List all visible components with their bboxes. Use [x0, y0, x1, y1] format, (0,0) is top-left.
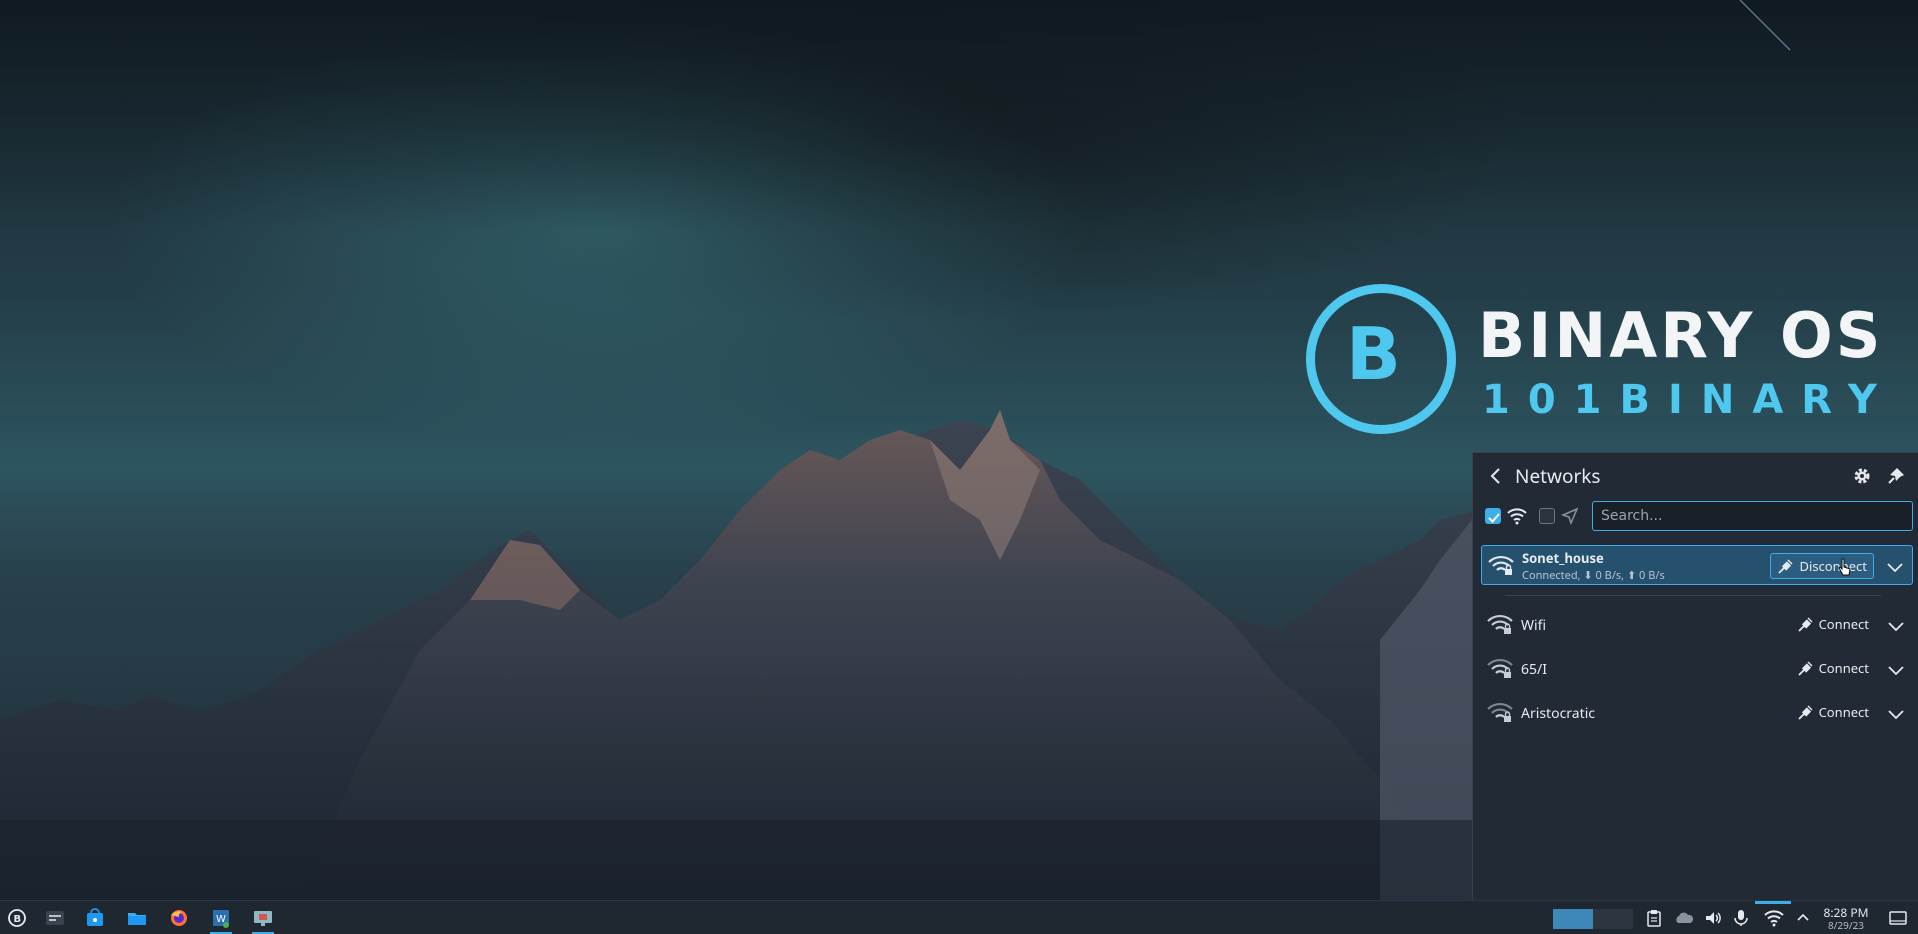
pin-icon[interactable] [1885, 465, 1907, 487]
show-desktop-icon[interactable] [1888, 909, 1908, 927]
volume-icon[interactable] [1704, 909, 1722, 927]
disconnect-button[interactable]: Disconnect [1770, 553, 1874, 579]
logo-title: BINARY OS [1478, 299, 1884, 372]
connect-label: Connect [1818, 659, 1869, 677]
wifi-enabled-checkbox[interactable] [1485, 508, 1501, 524]
network-name: Aristocratic [1521, 704, 1596, 723]
network-item-aristocratic[interactable]: Aristocratic Connect [1481, 693, 1913, 733]
wifi-secured-icon [1487, 658, 1513, 680]
network-name: 65/I [1521, 660, 1547, 679]
disconnect-label: Disconnect [1799, 557, 1867, 575]
wifi-secured-icon [1487, 702, 1513, 724]
screen-recorder-icon[interactable] [248, 905, 278, 934]
active-tray-indicator [1755, 901, 1791, 904]
microphone-icon[interactable] [1732, 909, 1750, 927]
wifi-secured-icon [1488, 555, 1514, 577]
chevron-up-icon[interactable] [1794, 909, 1812, 927]
connection-status: Connected, ⬇ 0 B/s, ⬆ 0 B/s [1522, 568, 1665, 583]
logo-subtitle: 101BINARY [1482, 377, 1895, 423]
mouse-pointer-icon [1838, 558, 1852, 578]
wifi-secured-icon [1487, 614, 1513, 636]
networks-header: Networks [1473, 453, 1918, 497]
network-name: Sonet_house [1522, 549, 1604, 567]
plug-icon [1797, 704, 1813, 720]
clock-date: 8/29/23 [1827, 918, 1865, 932]
networks-title: Networks [1515, 463, 1601, 489]
chevron-down-icon[interactable] [1886, 558, 1904, 574]
binary-os-logo: B BINARY OS 101BINARY [1306, 280, 1880, 440]
airplane-icon [1560, 507, 1579, 526]
clipboard-icon[interactable] [1645, 909, 1663, 927]
network-search-input[interactable] [1592, 501, 1913, 531]
connect-button[interactable]: Connect [1791, 700, 1875, 726]
chevron-down-icon[interactable] [1887, 661, 1905, 677]
wifi-icon [1507, 507, 1527, 525]
binary-os-launcher-icon[interactable]: B [2, 905, 32, 931]
svg-text:B: B [14, 914, 22, 925]
file-manager-icon[interactable] [122, 905, 152, 931]
digital-clock[interactable]: 8:28 PM 8/29/23 [1812, 906, 1880, 932]
connect-label: Connect [1818, 703, 1869, 721]
network-name: Wifi [1521, 616, 1547, 635]
networks-popup: Networks Search... Sonet_house Connected… [1472, 452, 1918, 900]
airplane-mode-checkbox[interactable] [1539, 508, 1555, 524]
firefox-icon[interactable] [164, 905, 194, 931]
connect-button[interactable]: Connect [1791, 656, 1875, 682]
virtual-desktop-pager[interactable] [1553, 909, 1633, 929]
system-settings-icon[interactable] [40, 905, 70, 931]
networks-toolbar [1473, 499, 1918, 533]
logo-mark: B [1346, 312, 1401, 396]
network-wifi-icon[interactable] [1764, 909, 1784, 927]
gear-icon[interactable] [1851, 465, 1873, 487]
text-editor-icon[interactable]: W [206, 905, 236, 934]
chevron-down-icon[interactable] [1887, 705, 1905, 721]
separator [1505, 595, 1881, 596]
network-item-wifi[interactable]: Wifi Connect [1481, 605, 1913, 645]
plug-icon [1797, 660, 1813, 676]
connect-label: Connect [1818, 615, 1869, 633]
connect-button[interactable]: Connect [1791, 612, 1875, 638]
desktop-1[interactable] [1553, 909, 1593, 929]
network-item-65-i[interactable]: 65/I Connect [1481, 649, 1913, 689]
chevron-left-icon[interactable] [1485, 465, 1507, 487]
cloud-icon[interactable] [1674, 909, 1694, 927]
taskbar: B W 8:28 PM 8/29/23 [0, 900, 1918, 934]
discover-store-icon[interactable] [80, 905, 110, 931]
plug-icon [1777, 558, 1794, 574]
plug-icon [1797, 616, 1813, 632]
chevron-down-icon[interactable] [1887, 617, 1905, 633]
